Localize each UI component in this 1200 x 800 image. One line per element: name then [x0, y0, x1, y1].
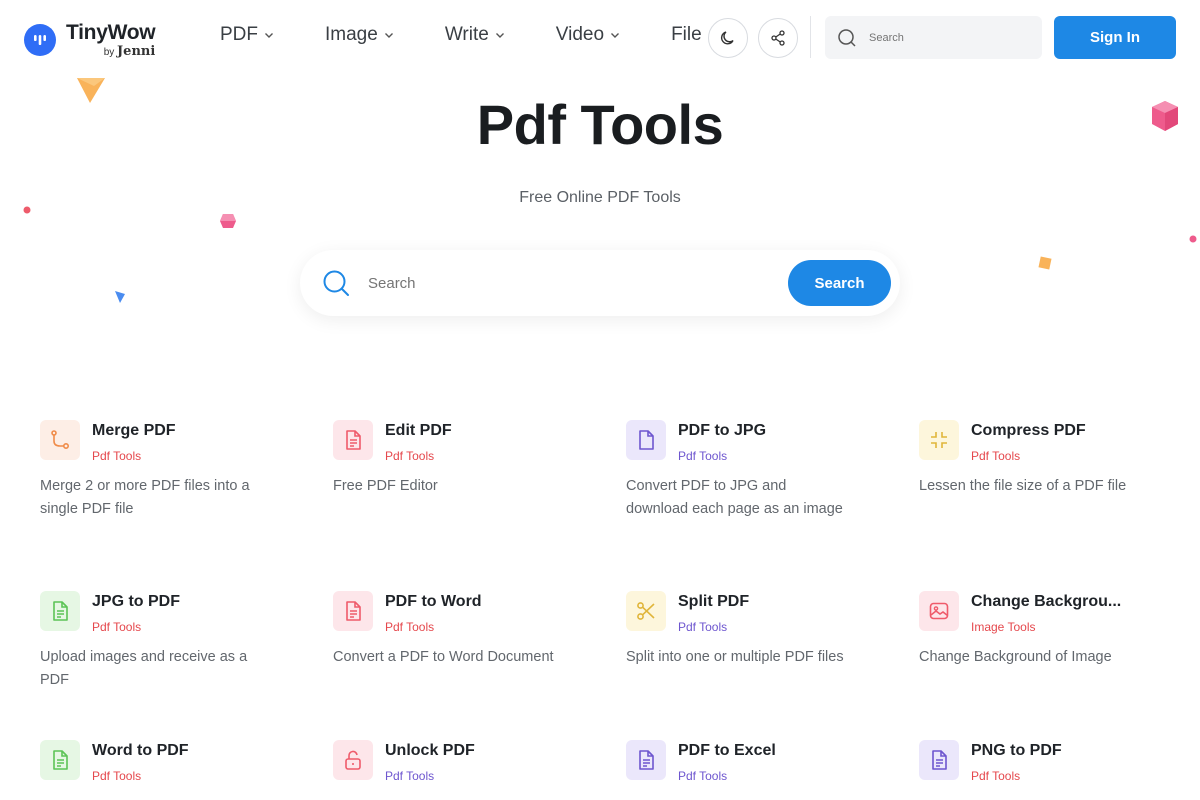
tool-category: Pdf Tools	[678, 769, 728, 783]
tool-category: Pdf Tools	[678, 449, 728, 463]
tool-name: PDF to JPG	[678, 422, 767, 439]
tool-description: Change Background of Image	[919, 649, 1112, 665]
tool-description: Merge 2 or more PDF files into a single …	[40, 478, 250, 517]
tool-name: JPG to PDF	[92, 593, 181, 610]
unlock-icon	[333, 740, 373, 780]
moon-icon	[720, 31, 734, 45]
document-icon	[40, 740, 80, 780]
tool-category: Pdf Tools	[971, 449, 1021, 463]
tool-description: Convert a PDF to Word Document	[333, 649, 554, 665]
tool-category: Image Tools	[971, 620, 1036, 634]
dot-decoration-icon	[23, 206, 31, 214]
tool-name: Merge PDF	[92, 422, 176, 439]
logo[interactable]: TinyWow by Jenni	[24, 21, 156, 59]
search-icon	[838, 28, 856, 47]
chevron-down-icon	[384, 33, 393, 38]
tool-category: Pdf Tools	[385, 449, 435, 463]
tool-description: Split into one or multiple PDF files	[626, 649, 844, 665]
tool-name: PDF to Word	[385, 593, 482, 610]
search-icon	[323, 270, 349, 296]
share-icon	[771, 30, 785, 46]
arrow-decoration-icon	[115, 291, 125, 303]
nav-pdf[interactable]: PDF	[220, 24, 275, 46]
document-icon	[40, 591, 80, 631]
nav-image[interactable]: Image	[325, 24, 395, 46]
image-icon	[919, 591, 959, 631]
share-button[interactable]	[758, 18, 798, 58]
tool-name: PDF to Excel	[678, 742, 776, 759]
document-icon	[333, 420, 373, 460]
main-search-input[interactable]	[368, 274, 748, 292]
dark-mode-button[interactable]	[708, 18, 748, 58]
tool-category: Pdf Tools	[92, 769, 142, 783]
tool-category: Pdf Tools	[385, 769, 435, 783]
header-divider	[810, 16, 811, 58]
sign-in-button[interactable]: Sign In	[1054, 16, 1176, 59]
tool-name: Split PDF	[678, 593, 750, 610]
tool-category: Pdf Tools	[971, 769, 1021, 783]
compress-icon	[919, 420, 959, 460]
page-title: Pdf Tools	[476, 93, 724, 156]
header-search[interactable]	[825, 16, 1042, 59]
tool-description: Free PDF Editor	[333, 478, 438, 494]
tool-description: Upload images and receive as a PDF	[40, 649, 248, 688]
chevron-down-icon	[495, 33, 504, 38]
main-search-button[interactable]: Search	[788, 260, 891, 306]
tool-name: Compress PDF	[971, 422, 1086, 439]
document-icon	[919, 740, 959, 780]
merge-icon	[40, 420, 80, 460]
nav-write[interactable]: Write	[445, 24, 506, 46]
logo-by-brand: Jenni	[117, 44, 156, 59]
document-icon	[333, 591, 373, 631]
file-icon	[626, 420, 666, 460]
chevron-down-icon	[611, 33, 620, 38]
scissors-icon	[626, 591, 666, 631]
tool-description: Convert PDF to JPG and download each pag…	[626, 478, 843, 517]
dot-decoration-icon	[1189, 235, 1197, 243]
main-nav: PDF Image Write Video File	[220, 24, 769, 46]
tool-name: Edit PDF	[385, 422, 452, 439]
site-header: TinyWow by Jenni PDF Image Write Video F…	[0, 0, 1200, 76]
tool-description: Lessen the file size of a PDF file	[919, 478, 1127, 494]
logo-by: by	[103, 47, 115, 58]
tool-category: Pdf Tools	[678, 620, 728, 634]
logo-name: TinyWow	[66, 21, 156, 44]
tool-name: Change Backgrou...	[971, 593, 1122, 610]
tool-name: PNG to PDF	[971, 742, 1062, 759]
tool-category: Pdf Tools	[92, 620, 142, 634]
nav-video[interactable]: Video	[556, 24, 621, 46]
page-subtitle: Free Online PDF Tools	[519, 189, 681, 206]
tool-category: Pdf Tools	[385, 620, 435, 634]
square-decoration-icon	[1038, 256, 1052, 270]
tool-name: Unlock PDF	[385, 742, 475, 759]
gem-decoration-icon	[220, 214, 236, 228]
document-icon	[626, 740, 666, 780]
header-search-input[interactable]	[869, 31, 1019, 44]
tool-name: Word to PDF	[92, 742, 189, 759]
main-search: Search	[300, 250, 900, 316]
logo-icon	[24, 24, 56, 56]
tool-category: Pdf Tools	[92, 449, 142, 463]
chevron-down-icon	[265, 33, 273, 38]
